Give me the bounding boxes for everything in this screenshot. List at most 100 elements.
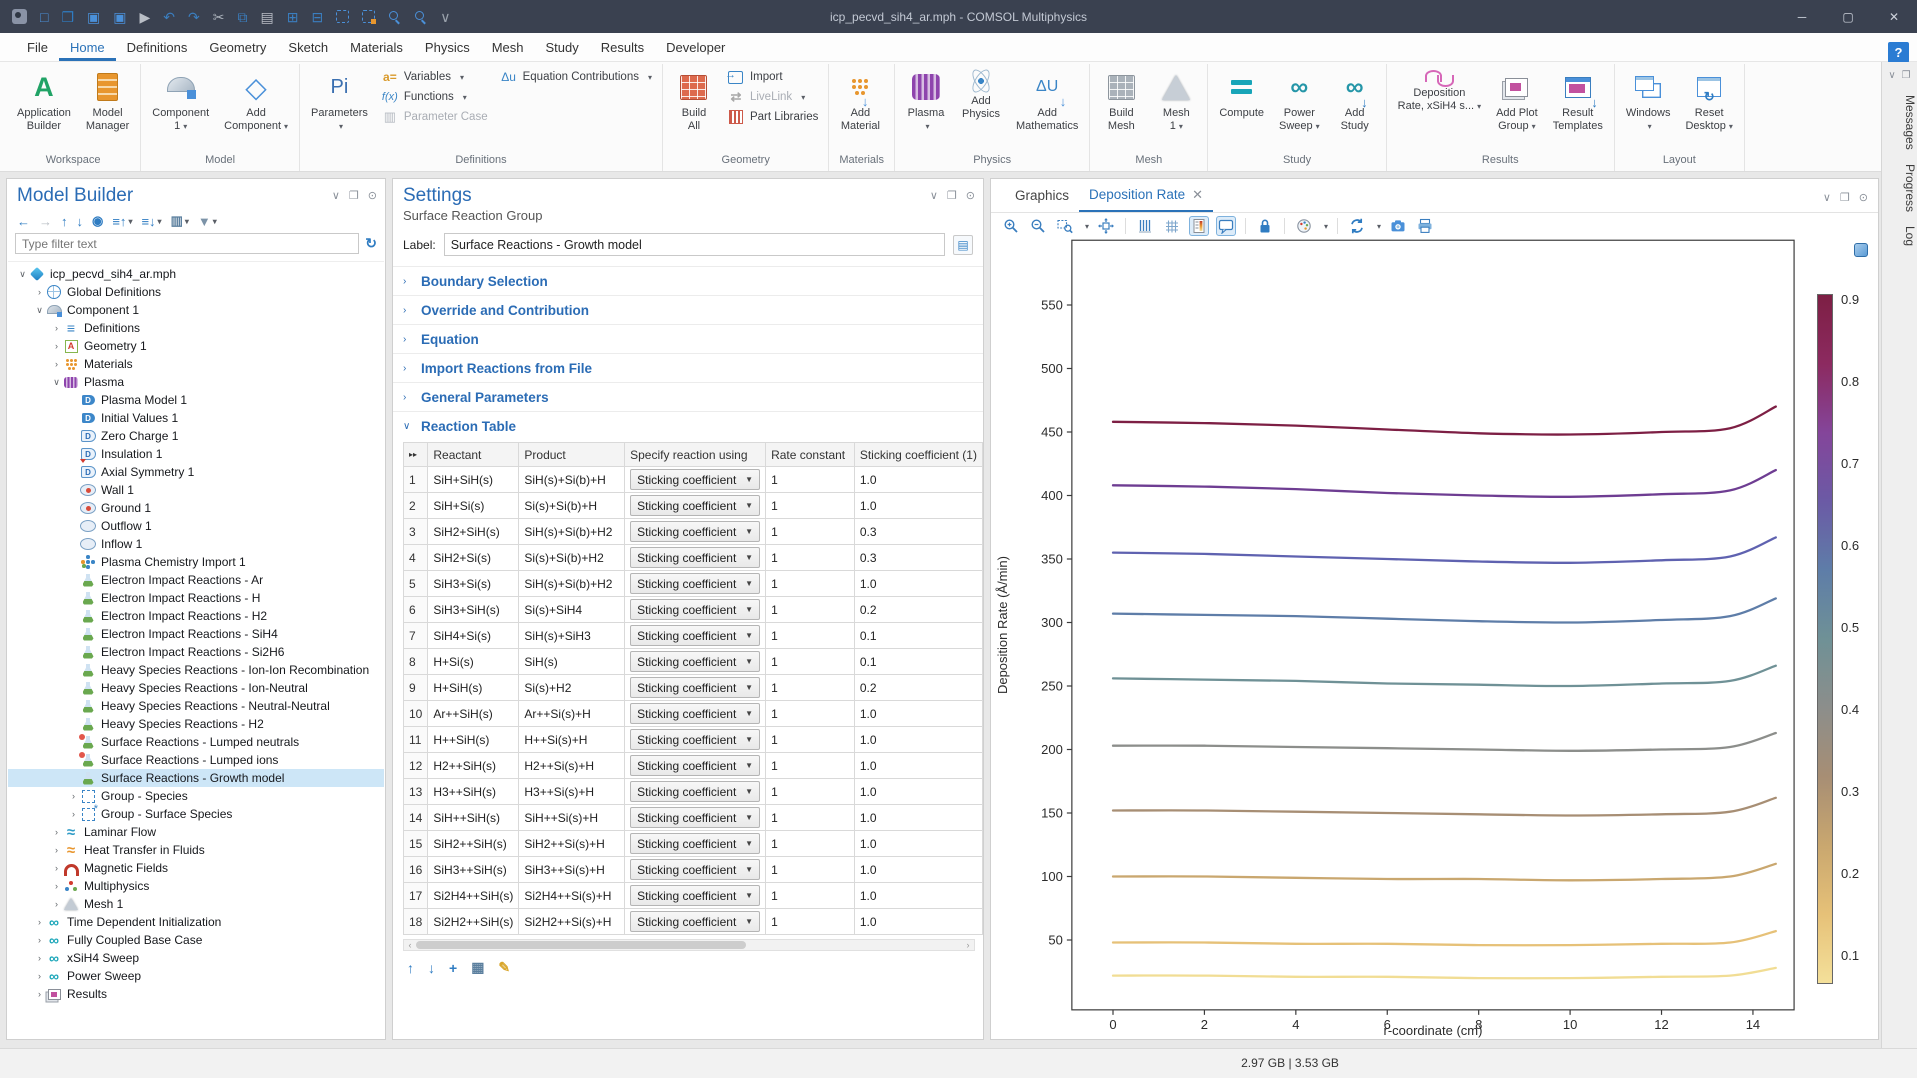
zoom-extents-icon[interactable] [1096,216,1116,236]
ribbon-equation-contributions-button[interactable]: Equation Contributions▾ [497,69,656,85]
ribbon-add-component-button[interactable]: AddComponent▾ [217,64,295,154]
ribbon-add-physics-button[interactable]: AddPhysics [954,64,1008,154]
expander-icon[interactable]: › [50,323,63,333]
annotation-icon[interactable] [1216,216,1236,236]
product-cell[interactable]: SiH(s)+Si(b)+H [519,467,625,493]
expander-icon[interactable]: › [50,827,63,837]
ribbon-parameters-button[interactable]: Parameters▾ [304,64,375,154]
menu-sketch[interactable]: Sketch [277,33,339,61]
rate-constant-cell[interactable]: 1 [766,779,855,805]
expand-down-icon[interactable]: ≡↓▾ [141,214,161,229]
tree-item-heat-transfer-in-fluids[interactable]: ›Heat Transfer in Fluids [8,841,384,859]
tree-item-zero-charge-1[interactable]: Zero Charge 1 [8,427,384,445]
reactant-cell[interactable]: SiH2+Si(s) [428,545,519,571]
table-icon[interactable]: ▦ [471,959,484,976]
tree-item-materials[interactable]: ›Materials [8,355,384,373]
dock-pin-icon[interactable]: ❐ [1902,70,1911,81]
ribbon-application-builder-button[interactable]: ApplicationBuilder [10,64,78,154]
zoom-out-icon[interactable] [1028,216,1048,236]
ribbon-import-button[interactable]: Import [724,69,822,85]
tree-item-mesh-1[interactable]: ›Mesh 1 [8,895,384,913]
section-equation[interactable]: ›Equation [393,324,983,353]
specify-reaction-dropdown[interactable]: Sticking coefficient▼ [630,859,760,880]
sticking-coefficient-cell[interactable]: 1.0 [854,857,982,883]
table-corner-icon[interactable]: ▸▸ [404,443,428,467]
dock-tab-progress[interactable]: Progress [1882,164,1917,212]
scroll-right-icon[interactable]: › [962,940,974,950]
undo-icon[interactable]: ↶ [163,10,175,24]
rate-constant-cell[interactable]: 1 [766,857,855,883]
specify-reaction-dropdown[interactable]: Sticking coefficient▼ [630,495,760,516]
tree-item-electron-impact-reactions-sih4[interactable]: Electron Impact Reactions - SiH4 [8,625,384,643]
tree-item-heavy-species-reactions-ion-neutral[interactable]: Heavy Species Reactions - Ion-Neutral [8,679,384,697]
move-up-icon[interactable]: ↑ [61,214,68,229]
tree-item-laminar-flow[interactable]: ›Laminar Flow [8,823,384,841]
add-icon[interactable]: + [449,960,457,976]
specify-reaction-dropdown[interactable]: Sticking coefficient▼ [630,625,760,646]
dock-tab-messages[interactable]: Messages [1882,95,1917,150]
panel-pin-icon[interactable]: ⊙ [1859,191,1868,204]
dock-tab-log[interactable]: Log [1882,226,1917,246]
select-box-icon[interactable] [336,10,349,23]
columns-icon[interactable]: ▥▾ [171,213,189,229]
reactant-cell[interactable]: SiH3++SiH(s) [428,857,519,883]
section-general-parameters[interactable]: ›General Parameters [393,382,983,411]
rate-constant-cell[interactable]: 1 [766,753,855,779]
axis-lines-icon[interactable] [1135,216,1155,236]
expander-icon[interactable]: › [33,971,46,981]
section-import-reactions-from-file[interactable]: ›Import Reactions from File [393,353,983,382]
menu-file[interactable]: File [16,33,59,61]
ribbon-power-sweep-button[interactable]: PowerSweep▾ [1272,64,1327,154]
tree-item-plasma[interactable]: ∨Plasma [8,373,384,391]
tree-item-insulation-1[interactable]: Insulation 1 [8,445,384,463]
rate-constant-cell[interactable]: 1 [766,649,855,675]
ribbon-plasma-button[interactable]: Plasma▾ [899,64,953,154]
sticking-coefficient-cell[interactable]: 0.3 [854,519,982,545]
ribbon-build-all-button[interactable]: BuildAll [667,64,721,154]
panel-float-icon[interactable]: ❐ [1840,191,1850,204]
expander-icon[interactable]: › [50,845,63,855]
tree-item-electron-impact-reactions-h[interactable]: Electron Impact Reactions - H [8,589,384,607]
zoom-in-icon[interactable] [1001,216,1021,236]
reactant-cell[interactable]: Si2H2++SiH(s) [428,909,519,935]
tree-item-inflow-1[interactable]: Inflow 1 [8,535,384,553]
menu-physics[interactable]: Physics [414,33,481,61]
section-boundary-selection[interactable]: ›Boundary Selection [393,266,983,295]
tab-deposition-rate[interactable]: Deposition Rate✕ [1079,179,1213,212]
expander-icon[interactable]: › [33,935,46,945]
move-up-icon[interactable]: ↑ [407,960,414,976]
color-legend-icon[interactable] [1189,216,1209,236]
specify-reaction-dropdown[interactable]: Sticking coefficient▼ [630,911,760,932]
palette-icon[interactable] [1294,216,1314,236]
reactant-cell[interactable]: SiH+SiH(s) [428,467,519,493]
panel-collapse-icon[interactable]: ∨ [1823,191,1831,204]
menu-mesh[interactable]: Mesh [481,33,535,61]
minimize-button[interactable]: ─ [1779,0,1825,33]
tree-item-definitions[interactable]: ›Definitions [8,319,384,337]
help-button[interactable]: ? [1888,42,1909,63]
reactant-cell[interactable]: SiH3+SiH(s) [428,597,519,623]
menu-geometry[interactable]: Geometry [198,33,277,61]
menu-results[interactable]: Results [590,33,655,61]
panel-float-icon[interactable]: ❐ [349,189,359,202]
expander-icon[interactable]: › [67,809,80,819]
sticking-coefficient-cell[interactable]: 1.0 [854,909,982,935]
rate-constant-cell[interactable]: 1 [766,597,855,623]
product-cell[interactable]: SiH++Si(s)+H [519,805,625,831]
reactant-cell[interactable]: H++SiH(s) [428,727,519,753]
paste-icon[interactable]: ▤ [260,10,273,24]
specify-reaction-dropdown[interactable]: Sticking coefficient▼ [630,547,760,568]
expander-icon[interactable]: › [50,341,63,351]
tree-item-power-sweep[interactable]: ›Power Sweep [8,967,384,985]
sticking-coefficient-cell[interactable]: 0.3 [854,545,982,571]
specify-reaction-dropdown[interactable]: Sticking coefficient▼ [630,729,760,750]
specify-reaction-dropdown[interactable]: Sticking coefficient▼ [630,885,760,906]
sticking-coefficient-cell[interactable]: 1.0 [854,701,982,727]
tree-item-initial-values-1[interactable]: Initial Values 1 [8,409,384,427]
reactant-cell[interactable]: SiH++SiH(s) [428,805,519,831]
menu-home[interactable]: Home [59,33,116,61]
menu-definitions[interactable]: Definitions [116,33,199,61]
product-cell[interactable]: Si(s)+SiH4 [519,597,625,623]
sticking-coefficient-cell[interactable]: 1.0 [854,493,982,519]
specify-reaction-dropdown[interactable]: Sticking coefficient▼ [630,833,760,854]
